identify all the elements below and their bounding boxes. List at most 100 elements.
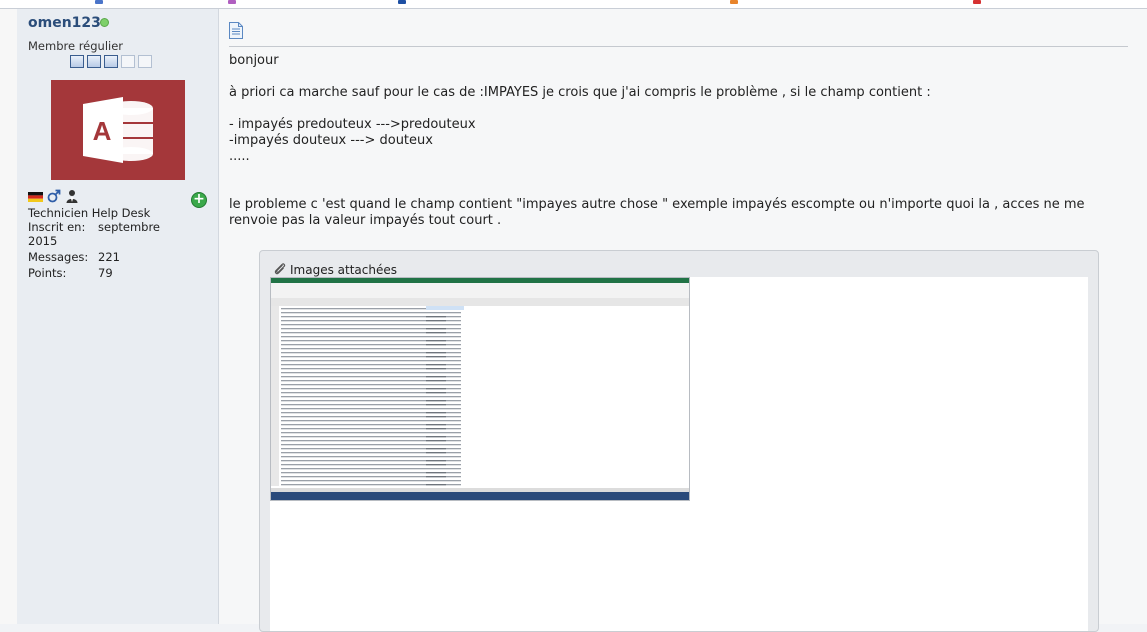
thumbnail-row xyxy=(281,372,461,374)
reputation-box xyxy=(138,55,152,68)
post-line: - impayés predouteux --->predouteux xyxy=(229,117,476,132)
thumbnail-cell xyxy=(426,368,446,370)
user-badges xyxy=(28,189,79,203)
thumbnail-cell xyxy=(426,472,446,474)
reputation-box xyxy=(70,55,84,68)
post-line xyxy=(229,181,1109,197)
stat-label: Messages: xyxy=(28,250,89,264)
stat-points: Points: 79 xyxy=(28,266,113,280)
user-info-panel: omen123 Membre régulier A + Technicien H… xyxy=(17,9,219,624)
reputation-box xyxy=(104,55,118,68)
thumbnail-row xyxy=(281,312,461,314)
bookmark-favicon[interactable] xyxy=(95,0,103,4)
username-link[interactable]: omen123 xyxy=(28,15,101,31)
bookmark-favicon[interactable] xyxy=(398,0,406,4)
thumbnail-row xyxy=(281,384,461,386)
thumbnail-row xyxy=(281,420,461,422)
thumbnail-cell xyxy=(426,332,446,334)
forum-page: omen123 Membre régulier A + Technicien H… xyxy=(0,9,1147,632)
avatar[interactable]: A xyxy=(51,80,185,180)
stat-joined-year: 2015 xyxy=(28,234,58,248)
reputation-box xyxy=(121,55,135,68)
reputation-box xyxy=(87,55,101,68)
thumbnail-cell xyxy=(426,404,446,406)
post-line: le probleme c 'est quand le champ contie… xyxy=(229,197,1085,228)
thumbnail-row xyxy=(281,432,461,434)
bookmark-favicon[interactable] xyxy=(228,0,236,4)
thumbnail-cell xyxy=(426,352,446,354)
thumbnail-row xyxy=(281,480,461,482)
attached-image-thumbnail[interactable] xyxy=(270,277,690,501)
thumbnail-cell xyxy=(426,476,446,478)
thumbnail-cell xyxy=(426,436,446,438)
thumbnail-cell xyxy=(426,376,446,378)
document-icon xyxy=(229,22,243,39)
thumbnail-cell xyxy=(426,400,446,402)
thumbnail-cell xyxy=(426,340,446,342)
male-gender-icon xyxy=(47,189,61,203)
post-line xyxy=(229,69,1109,85)
thumbnail-cell xyxy=(426,464,446,466)
thumbnail-cell xyxy=(426,380,446,382)
thumbnail-cell xyxy=(426,440,446,442)
post-content: bonjour à priori ca marche sauf pour le … xyxy=(219,9,1147,632)
thumbnail-row xyxy=(281,348,461,350)
thumbnail-row xyxy=(281,324,461,326)
thumbnail-cell xyxy=(426,328,446,330)
browser-bookmarks-strip xyxy=(0,0,1147,9)
post-message: bonjour à priori ca marche sauf pour le … xyxy=(229,53,1109,229)
online-status-icon xyxy=(100,18,109,27)
thumbnail-cell xyxy=(426,320,446,322)
thumbnail-cell xyxy=(426,460,446,462)
thumbnail-row xyxy=(281,456,461,458)
paperclip-icon xyxy=(274,263,286,275)
stat-messages: Messages: 221 xyxy=(28,250,120,264)
thumbnail-row xyxy=(281,408,461,410)
post-line: à priori ca marche sauf pour le cas de :… xyxy=(229,85,931,100)
thumbnail-cell xyxy=(426,424,446,426)
attachments-box: Images attachées xyxy=(259,250,1099,632)
thumbnail-row xyxy=(281,396,461,398)
avatar-letter: A xyxy=(93,116,112,146)
spreadsheet-screenshot xyxy=(271,278,689,500)
user-title: Membre régulier xyxy=(28,39,124,53)
thumbnail-row xyxy=(281,444,461,446)
thumbnail-cell xyxy=(426,364,446,366)
attachment-preview-area xyxy=(270,277,1088,631)
thumbnail-cell xyxy=(426,392,446,394)
access-icon: A xyxy=(83,97,153,163)
reputation-meter xyxy=(70,55,152,68)
post-line xyxy=(229,101,1109,117)
post-line xyxy=(229,165,1109,181)
bookmark-favicon[interactable] xyxy=(730,0,738,4)
thumbnail-cell xyxy=(426,344,446,346)
thumbnail-row xyxy=(281,468,461,470)
post-line: ..... xyxy=(229,149,250,164)
thumbnail-cell xyxy=(426,316,446,318)
thumbnail-cell xyxy=(426,388,446,390)
thumbnail-cell xyxy=(426,428,446,430)
stat-value: septembre xyxy=(98,220,161,234)
thumbnail-cell xyxy=(426,484,446,486)
german-flag-icon xyxy=(28,192,43,202)
bookmark-favicon[interactable] xyxy=(973,0,981,4)
thumbnail-cell xyxy=(426,416,446,418)
thumbnail-cell xyxy=(426,412,446,414)
add-contact-button[interactable]: + xyxy=(191,192,207,208)
stat-value: 221 xyxy=(98,250,120,264)
thumbnail-row xyxy=(281,336,461,338)
thumbnail-cell xyxy=(426,452,446,454)
user-rank: Technicien Help Desk xyxy=(28,206,151,220)
user-icon xyxy=(66,190,78,203)
stat-label: Inscrit en: xyxy=(28,220,86,234)
thumbnail-row xyxy=(281,360,461,362)
thumbnail-cell xyxy=(426,356,446,358)
attachments-title: Images attachées xyxy=(290,263,397,277)
page-gutter xyxy=(0,9,17,624)
post-line: bonjour xyxy=(229,53,279,68)
stat-value: 79 xyxy=(98,266,113,280)
post-line: -impayés douteux ---> douteux xyxy=(229,133,433,148)
thumbnail-cell xyxy=(426,448,446,450)
post-divider xyxy=(229,46,1128,47)
stat-joined: Inscrit en: septembre xyxy=(28,220,160,234)
